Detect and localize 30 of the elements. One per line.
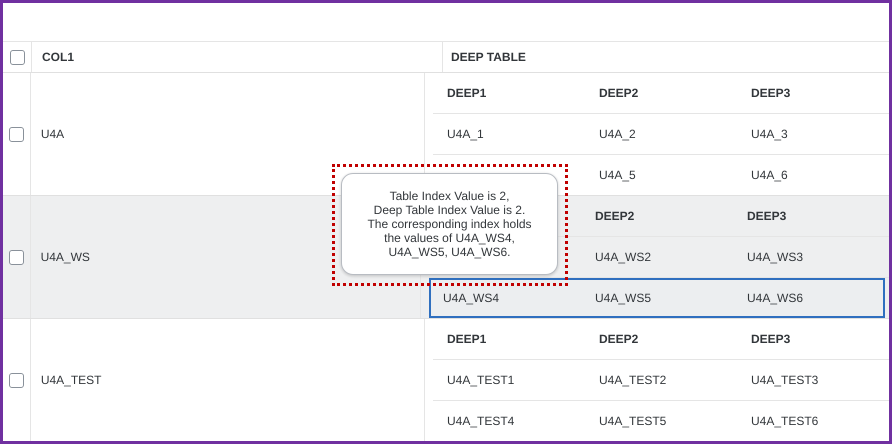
column-header: DEEP2 — [599, 332, 638, 346]
table-cell: U4A_WS4 — [443, 291, 500, 305]
column-header: DEEP1 — [447, 332, 486, 346]
table-cell: U4A_WS5 — [595, 291, 652, 305]
column-header: DEEP2 — [599, 86, 638, 100]
table-cell: U4A_TEST1 — [447, 373, 514, 387]
column-header: DEEP1 — [447, 86, 486, 100]
table-cell: U4A_WS3 — [747, 250, 804, 264]
column-header: DEEP3 — [751, 86, 790, 100]
table-cell: U4A_TEST3 — [751, 373, 818, 387]
column-header: DEEP2 — [595, 209, 634, 223]
table-cell: U4A_5 — [599, 168, 636, 182]
table-cell: U4A_TEST5 — [599, 414, 666, 428]
table-cell: U4A_WS — [40, 250, 90, 264]
column-header: DEEP3 — [751, 332, 790, 346]
table-cell: U4A_2 — [599, 127, 636, 141]
table-cell: U4A_TEST — [40, 373, 102, 387]
column-header: DEEP TABLE — [450, 50, 527, 64]
table-cell: U4A_1 — [447, 127, 484, 141]
table-cell: U4A_3 — [751, 127, 788, 141]
tooltip: Table Index Value is 2, Deep Table Index Value is 2. The corresponding index holds the values of U4A_WS4, U4A_WS5, U4A_WS6. — [341, 173, 558, 275]
table-cell: U4A — [40, 127, 64, 141]
column-header: DEEP3 — [747, 209, 786, 223]
table-cell: U4A_TEST2 — [599, 373, 666, 387]
table-cell: U4A_6 — [751, 168, 788, 182]
table-cell: U4A_TEST4 — [447, 414, 514, 428]
table-cell: U4A_WS2 — [595, 250, 652, 264]
column-header: COL1 — [32, 42, 443, 72]
table-cell: U4A_TEST6 — [751, 414, 818, 428]
table-cell: U4A_WS6 — [747, 291, 804, 305]
